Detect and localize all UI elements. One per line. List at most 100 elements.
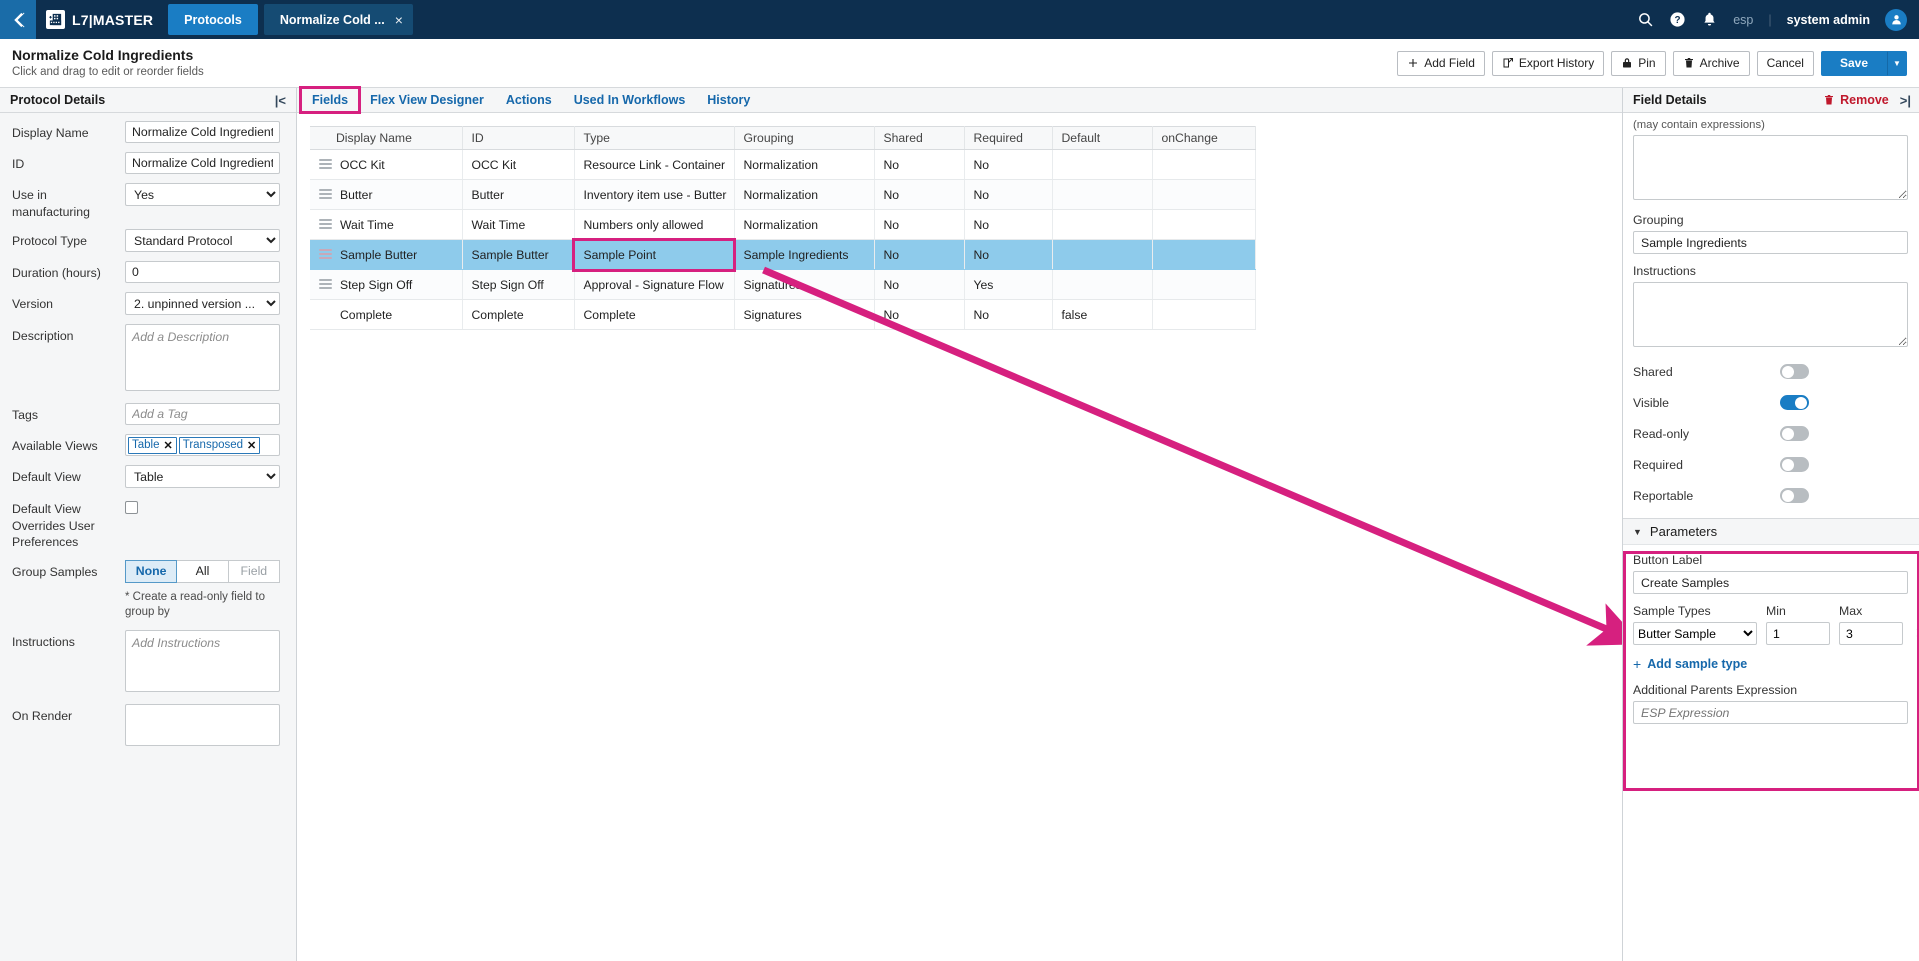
toggle-row-visible: Visible bbox=[1633, 387, 1909, 418]
table-row[interactable]: Step Sign Off Step Sign Off Approval - S… bbox=[310, 269, 1256, 300]
group-samples-option-all[interactable]: All bbox=[177, 559, 229, 583]
pin-button[interactable]: Pin bbox=[1611, 50, 1666, 76]
reportable-toggle[interactable] bbox=[1780, 488, 1809, 503]
cell-type: Inventory item use - Butter bbox=[574, 179, 735, 210]
group-samples-option-none[interactable]: None bbox=[125, 559, 178, 583]
additional-parents-input[interactable] bbox=[1633, 701, 1908, 724]
on-render-textarea[interactable] bbox=[125, 704, 280, 746]
table-row[interactable]: OCC Kit OCC Kit Resource Link - Containe… bbox=[310, 149, 1256, 180]
tab-label: Actions bbox=[505, 93, 552, 107]
default-view-select[interactable]: Table bbox=[125, 465, 280, 489]
col-default[interactable]: Default bbox=[1052, 126, 1153, 150]
cell-display-name: Step Sign Off bbox=[340, 277, 413, 292]
max-label: Max bbox=[1839, 604, 1863, 618]
col-id[interactable]: ID bbox=[462, 126, 575, 150]
table-row-selected[interactable]: Sample Butter Sample Butter Sample Point… bbox=[310, 237, 1256, 272]
svg-text:?: ? bbox=[1675, 15, 1681, 26]
save-dropdown-button[interactable]: ▼ bbox=[1887, 50, 1907, 76]
tags-input[interactable] bbox=[125, 403, 280, 426]
col-display-name[interactable]: Display Name bbox=[310, 126, 463, 150]
instructions-textarea[interactable] bbox=[125, 630, 280, 692]
table-row[interactable]: Complete Complete Complete Signatures No… bbox=[310, 299, 1256, 330]
tab-label: History bbox=[707, 93, 751, 107]
field-instructions-textarea[interactable] bbox=[1633, 282, 1908, 347]
drag-handle-icon[interactable] bbox=[319, 248, 332, 261]
caret-down-icon[interactable]: ▼ bbox=[1633, 527, 1642, 537]
parameters-header[interactable]: ▼ Parameters bbox=[1623, 519, 1919, 545]
col-required[interactable]: Required bbox=[964, 126, 1053, 150]
duration-input[interactable] bbox=[125, 261, 280, 284]
page-title: Normalize Cold Ingredients bbox=[12, 46, 194, 63]
nav-tab-label: Protocols bbox=[184, 12, 242, 27]
parameters-title: Parameters bbox=[1649, 524, 1718, 539]
table-row[interactable]: Wait Time Wait Time Numbers only allowed… bbox=[310, 209, 1256, 240]
cell-default bbox=[1052, 149, 1153, 180]
chip-remove-icon[interactable]: ✕ bbox=[247, 439, 256, 452]
remove-sample-type-icon[interactable]: ✕ bbox=[1915, 625, 1919, 642]
drag-handle-icon[interactable] bbox=[319, 278, 332, 291]
add-field-button[interactable]: Add Field bbox=[1397, 50, 1485, 76]
drag-handle-icon[interactable] bbox=[319, 218, 332, 231]
description-textarea[interactable] bbox=[125, 324, 280, 392]
field-details-panel: Field Details Remove >| (may contain exp… bbox=[1622, 88, 1919, 961]
tab-flex-view-designer[interactable]: Flex View Designer bbox=[359, 88, 495, 112]
tab-actions[interactable]: Actions bbox=[495, 88, 563, 112]
nav-tab-protocols[interactable]: Protocols bbox=[168, 4, 258, 35]
sample-type-select[interactable]: Butter Sample bbox=[1633, 622, 1757, 645]
col-onchange[interactable]: onChange bbox=[1152, 126, 1256, 150]
default-view-overrides-checkbox[interactable] bbox=[125, 501, 138, 515]
field-details-header: Field Details Remove >| bbox=[1623, 88, 1919, 113]
min-input[interactable] bbox=[1766, 622, 1830, 645]
tab-fields[interactable]: Fields bbox=[298, 86, 362, 114]
help-circle-icon[interactable]: ? bbox=[1669, 11, 1686, 28]
field-label: Description bbox=[12, 329, 74, 344]
instructions-label: Instructions bbox=[1633, 264, 1696, 278]
protocol-type-select[interactable]: Standard Protocol bbox=[125, 229, 280, 253]
cancel-button[interactable]: Cancel bbox=[1756, 50, 1814, 76]
use-in-manufacturing-select[interactable]: Yes bbox=[125, 183, 280, 206]
button-label: Cancel bbox=[1766, 56, 1804, 70]
user-avatar-icon[interactable] bbox=[1885, 8, 1907, 31]
save-button[interactable]: Save bbox=[1820, 50, 1887, 76]
drag-handle-icon[interactable] bbox=[319, 158, 332, 171]
archive-button[interactable]: Archive bbox=[1672, 50, 1750, 76]
back-button[interactable] bbox=[0, 0, 36, 39]
add-sample-type-button[interactable]: + Add sample type bbox=[1633, 656, 1909, 672]
read-only-toggle[interactable] bbox=[1780, 426, 1809, 441]
shared-toggle[interactable] bbox=[1780, 364, 1809, 379]
expand-right-icon[interactable]: >| bbox=[1900, 93, 1911, 108]
collapse-left-icon[interactable]: |< bbox=[275, 93, 286, 108]
search-icon[interactable] bbox=[1637, 11, 1654, 28]
table-header-row: Display Name ID Type Grouping Shared Req… bbox=[310, 126, 1256, 150]
group-samples-option-field[interactable]: Field bbox=[228, 559, 280, 583]
button-label-input[interactable] bbox=[1633, 571, 1908, 594]
chip-table[interactable]: Table ✕ bbox=[128, 436, 177, 454]
required-toggle[interactable] bbox=[1780, 457, 1809, 472]
export-history-button[interactable]: Export History bbox=[1491, 50, 1605, 76]
notification-bell-icon[interactable] bbox=[1701, 11, 1718, 28]
remove-field-button[interactable]: Remove bbox=[1823, 93, 1889, 107]
expression-textarea[interactable] bbox=[1633, 135, 1908, 200]
table-row[interactable]: Butter Butter Inventory item use - Butte… bbox=[310, 179, 1256, 210]
chip-remove-icon[interactable]: ✕ bbox=[164, 439, 173, 452]
available-views-chipbox[interactable]: Table ✕ Transposed ✕ bbox=[125, 434, 280, 457]
col-grouping[interactable]: Grouping bbox=[734, 126, 875, 150]
max-input[interactable] bbox=[1839, 622, 1903, 645]
close-icon[interactable]: × bbox=[395, 12, 403, 28]
tab-label: Flex View Designer bbox=[370, 93, 484, 107]
button-label: Add Field bbox=[1424, 56, 1475, 70]
tab-history[interactable]: History bbox=[696, 88, 761, 112]
col-shared[interactable]: Shared bbox=[874, 126, 965, 150]
additional-parents-label: Additional Parents Expression bbox=[1633, 683, 1798, 697]
id-input[interactable] bbox=[125, 152, 280, 174]
version-select[interactable]: 2. unpinned version ... bbox=[125, 292, 280, 316]
grouping-input[interactable] bbox=[1633, 231, 1908, 254]
nav-tab-document[interactable]: Normalize Cold ... × bbox=[263, 4, 413, 35]
chip-transposed[interactable]: Transposed ✕ bbox=[178, 436, 261, 454]
col-type[interactable]: Type bbox=[574, 126, 735, 150]
visible-toggle[interactable] bbox=[1780, 395, 1809, 410]
display-name-input[interactable] bbox=[125, 121, 280, 143]
tab-used-in-workflows[interactable]: Used In Workflows bbox=[563, 88, 697, 112]
button-label: Export History bbox=[1518, 56, 1595, 70]
drag-handle-icon[interactable] bbox=[319, 188, 332, 201]
